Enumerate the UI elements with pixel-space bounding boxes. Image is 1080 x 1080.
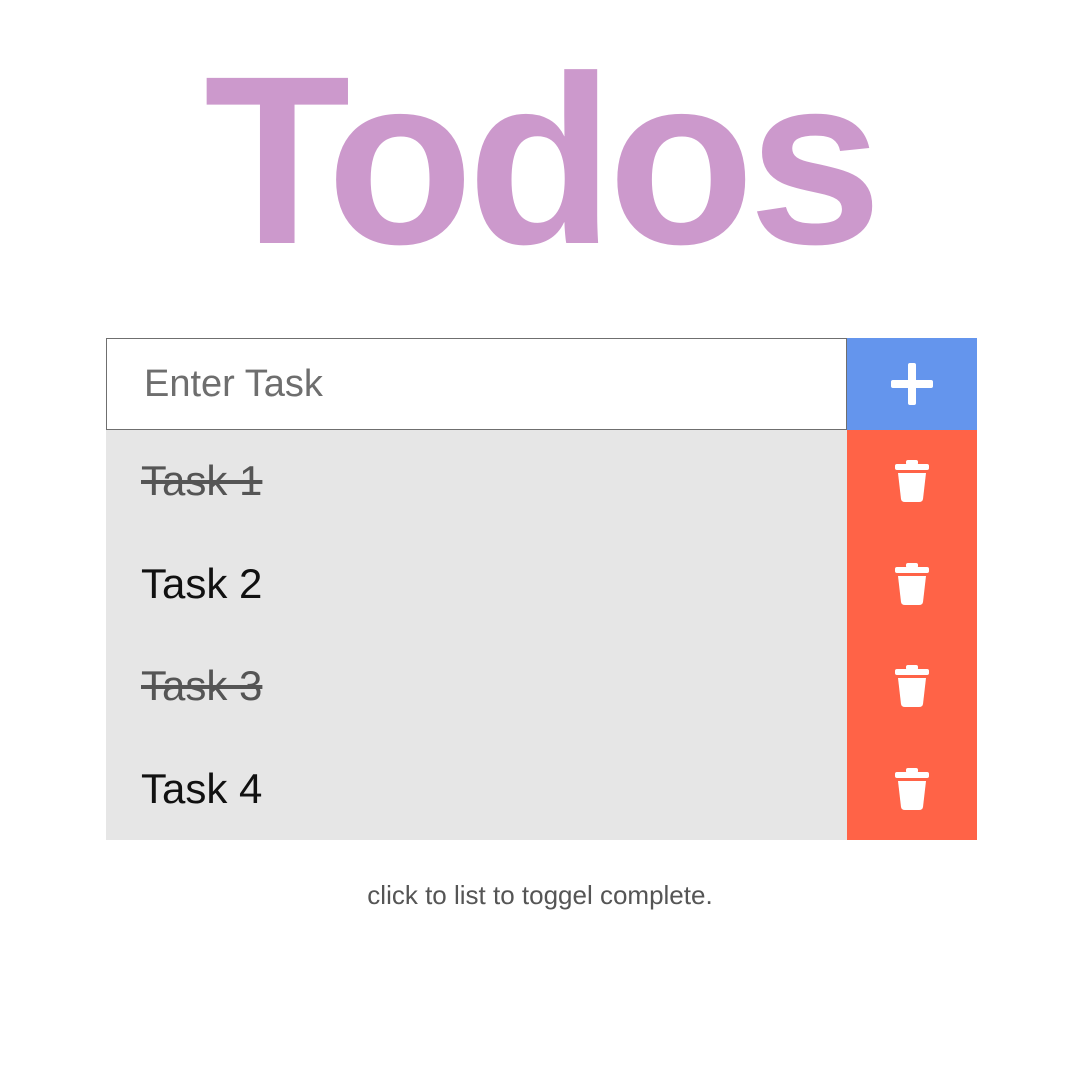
task-row: Task 3 xyxy=(106,635,977,738)
trash-icon xyxy=(895,460,929,503)
toggle-hint: click to list to toggel complete. xyxy=(367,880,713,910)
todo-container: Task 1 Task 2 xyxy=(106,338,977,840)
page-title: Todos xyxy=(203,26,882,294)
task-list: Task 1 Task 2 Task 3 Task 4 xyxy=(106,430,977,840)
delete-task-button[interactable] xyxy=(847,737,977,840)
trash-icon xyxy=(895,665,929,708)
delete-task-button[interactable] xyxy=(847,532,977,635)
task-row: Task 2 xyxy=(106,532,977,635)
task-row: Task 4 xyxy=(106,737,977,840)
task-item[interactable]: Task 1 xyxy=(106,430,847,533)
task-label: Task 2 xyxy=(141,559,263,607)
task-label: Task 4 xyxy=(141,764,263,812)
todo-app: Todos Task 1 xyxy=(0,0,1080,1080)
trash-icon xyxy=(895,562,929,605)
task-item[interactable]: Task 3 xyxy=(106,635,847,738)
task-input-row xyxy=(106,338,977,430)
task-label: Task 1 xyxy=(141,457,263,505)
delete-task-button[interactable] xyxy=(847,635,977,738)
task-row: Task 1 xyxy=(106,430,977,533)
delete-task-button[interactable] xyxy=(847,430,977,533)
add-task-button[interactable] xyxy=(847,338,977,430)
plus-icon xyxy=(891,363,933,405)
task-item[interactable]: Task 4 xyxy=(106,737,847,840)
task-label: Task 3 xyxy=(141,662,263,710)
trash-icon xyxy=(895,767,929,810)
task-item[interactable]: Task 2 xyxy=(106,532,847,635)
task-input[interactable] xyxy=(106,338,847,430)
